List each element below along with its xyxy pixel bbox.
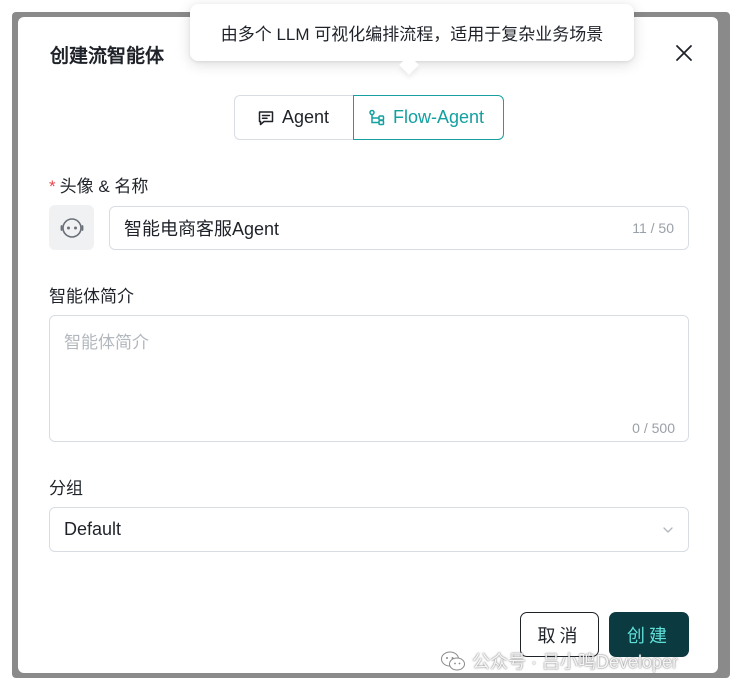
name-field-label-text: 头像 & 名称 [59,177,149,196]
description-char-counter: 0 / 500 [632,420,675,436]
dialog-title: 创建流智能体 [50,46,165,67]
tab-agent[interactable]: Agent [234,95,353,140]
group-select[interactable]: Default [49,507,689,552]
create-flow-agent-dialog: 创建流智能体 Agent Flow-Agent * 头像 & 名称 智能电商客服… [18,17,718,673]
agent-name-value: 智能电商客服Agent [124,219,280,239]
watermark-text: 公众号 · 吕小鸣Developer [472,652,679,672]
description-textarea[interactable]: 智能体简介 0 / 500 [49,315,689,442]
name-field-label: * 头像 & 名称 [49,172,148,197]
tab-flow-agent-label: Flow-Agent [393,107,485,127]
tab-agent-label: Agent [282,107,330,127]
agent-name-input[interactable]: 智能电商客服Agent 11 / 50 [109,206,689,250]
group-selected-value: Default [64,519,122,539]
watermark: 公众号 · 吕小鸣Developer [440,648,678,674]
tab-flow-agent[interactable]: Flow-Agent [353,95,504,140]
chat-icon [258,110,274,125]
agent-type-switch: Agent Flow-Agent [234,95,504,140]
flow-icon [369,109,385,125]
group-label: 分组 [49,479,83,498]
tooltip-text: 由多个 LLM 可视化编排流程，适用于复杂业务场景 [220,25,604,44]
required-mark: * [49,177,56,196]
close-icon [676,45,692,61]
description-placeholder: 智能体简介 [64,333,149,352]
avatar-picker[interactable] [49,205,94,250]
robot-icon [60,217,83,238]
chevron-down-icon [663,526,673,533]
name-char-counter: 11 / 50 [632,220,674,236]
close-button[interactable] [670,39,698,67]
wechat-icon [441,651,465,671]
description-label: 智能体简介 [49,287,134,306]
